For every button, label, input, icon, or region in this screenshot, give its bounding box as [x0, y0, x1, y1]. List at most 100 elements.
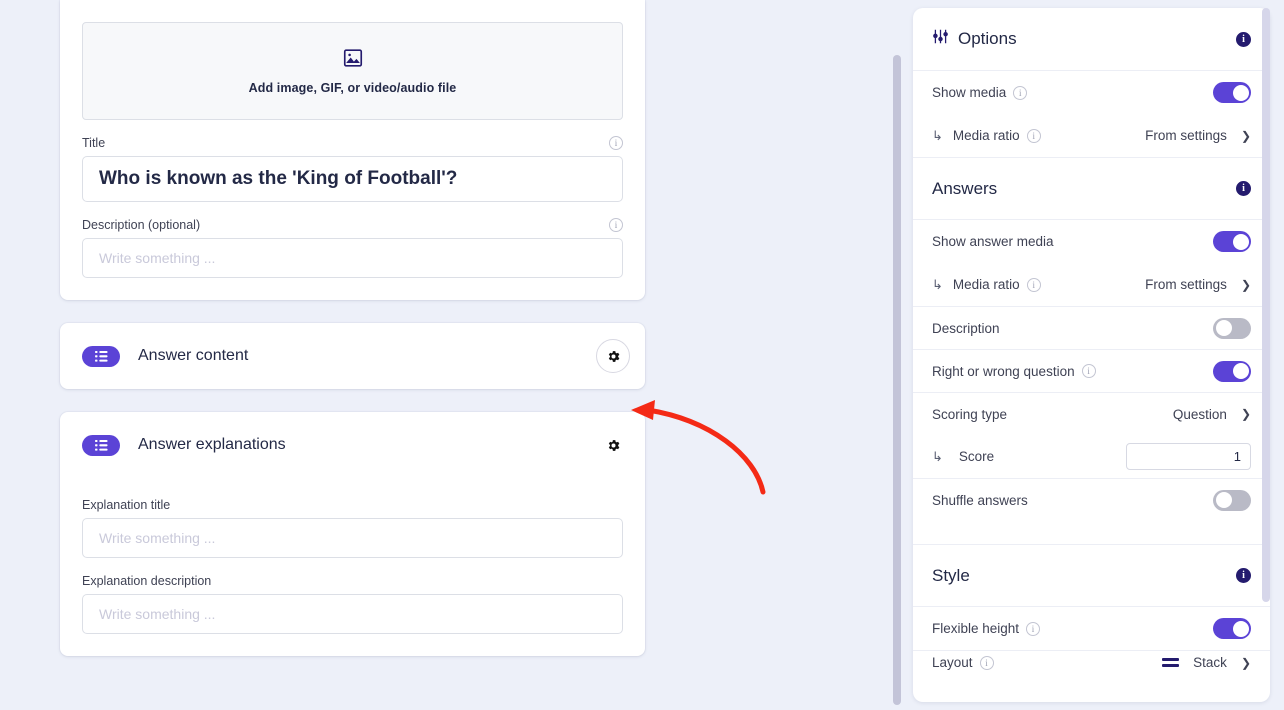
- options-title-group: Options: [932, 28, 1236, 50]
- info-icon[interactable]: i: [609, 218, 623, 232]
- image-icon: [342, 47, 364, 74]
- info-icon[interactable]: i: [1027, 278, 1041, 292]
- info-icon[interactable]: i: [1236, 32, 1251, 47]
- explanation-description-label: Explanation description: [82, 574, 623, 588]
- question-editor-column: Add image, GIF, or video/audio file Titl…: [60, 0, 645, 710]
- shuffle-answers-toggle[interactable]: [1213, 490, 1251, 511]
- answer-explanations-header: Answer explanations: [60, 412, 645, 478]
- info-icon[interactable]: i: [609, 136, 623, 150]
- list-icon: [82, 435, 120, 456]
- media-upload-dropzone[interactable]: Add image, GIF, or video/audio file: [82, 22, 623, 120]
- title-input[interactable]: [82, 156, 623, 202]
- sliders-icon: [932, 28, 949, 50]
- right-or-wrong-toggle[interactable]: [1213, 361, 1251, 382]
- chevron-down-icon: ❯: [1241, 657, 1251, 669]
- answer-explanations-gear-button[interactable]: [603, 435, 623, 455]
- show-answer-media-toggle[interactable]: [1213, 231, 1251, 252]
- media-upload-label: Add image, GIF, or video/audio file: [249, 81, 457, 95]
- options-title: Options: [958, 29, 1017, 49]
- shuffle-answers-label: Shuffle answers: [932, 493, 1213, 508]
- flexible-height-toggle[interactable]: [1213, 618, 1251, 639]
- show-media-label-group: Show media i: [932, 85, 1213, 100]
- option-row-answer-media-ratio: ↳ Media ratio i From settings ❯: [913, 263, 1270, 306]
- answer-explanations-card: Answer explanations Explanation title Ex…: [60, 412, 645, 656]
- answer-content-gear-button[interactable]: [596, 339, 630, 373]
- option-row-flexible-height: Flexible height i: [913, 607, 1270, 650]
- answer-media-ratio-select[interactable]: From settings ❯: [1145, 277, 1251, 292]
- option-row-media-ratio: ↳ Media ratio i From settings ❯: [913, 114, 1270, 157]
- explanation-title-label: Explanation title: [82, 498, 623, 512]
- media-ratio-label-group: ↳ Media ratio i: [932, 128, 1145, 144]
- layout-label-group: Layout i: [932, 655, 1162, 670]
- chevron-down-icon: ❯: [1241, 130, 1251, 142]
- chevron-down-icon: ❯: [1241, 408, 1251, 420]
- info-icon[interactable]: i: [1236, 568, 1251, 583]
- description-label: Description (optional): [82, 218, 200, 232]
- stack-icon: [1162, 658, 1179, 667]
- question-content-card: Add image, GIF, or video/audio file Titl…: [60, 0, 645, 300]
- sub-arrow-icon: ↳: [932, 128, 943, 144]
- title-field-header: Title i: [82, 136, 623, 150]
- answer-content-title: Answer content: [138, 347, 596, 365]
- layout-select[interactable]: Stack ❯: [1162, 655, 1251, 670]
- show-answer-media-label: Show answer media: [932, 234, 1213, 249]
- answer-media-ratio-label-group: ↳ Media ratio i: [932, 277, 1145, 293]
- info-icon[interactable]: i: [1027, 129, 1041, 143]
- style-section-header: Style i: [913, 544, 1270, 607]
- description-input[interactable]: [82, 238, 623, 278]
- show-media-label: Show media: [932, 85, 1006, 100]
- info-icon[interactable]: i: [980, 656, 994, 670]
- scoring-type-value: Question: [1173, 407, 1227, 422]
- options-panel-header: Options i: [913, 8, 1270, 71]
- list-icon: [82, 346, 120, 367]
- score-input[interactable]: [1126, 443, 1251, 470]
- media-ratio-select[interactable]: From settings ❯: [1145, 128, 1251, 143]
- answer-explanations-body: Explanation title Explanation descriptio…: [60, 478, 645, 656]
- scoring-type-select[interactable]: Question ❯: [1173, 407, 1251, 422]
- explanation-title-input[interactable]: [82, 518, 623, 558]
- layout-value: Stack: [1193, 655, 1227, 670]
- title-label: Title: [82, 136, 105, 150]
- layout-label: Layout: [932, 655, 973, 670]
- option-row-layout: Layout i Stack ❯: [913, 650, 1270, 674]
- right-or-wrong-label-group: Right or wrong question i: [932, 364, 1213, 379]
- option-row-scoring-type: Scoring type Question ❯: [913, 392, 1270, 435]
- option-row-show-media: Show media i: [913, 71, 1270, 114]
- media-ratio-value: From settings: [1145, 128, 1227, 143]
- answer-explanations-title: Answer explanations: [138, 436, 603, 454]
- description-toggle[interactable]: [1213, 318, 1251, 339]
- option-row-score: ↳ Score: [913, 435, 1270, 478]
- answer-content-header: Answer content: [60, 323, 645, 389]
- answer-content-card: Answer content: [60, 323, 645, 389]
- option-row-shuffle-answers: Shuffle answers: [913, 478, 1270, 521]
- score-label-group: ↳ Score: [932, 449, 1126, 465]
- options-panel: Options i Show media i ↳ Media ratio i F…: [913, 8, 1270, 702]
- scoring-type-label: Scoring type: [932, 407, 1173, 422]
- sub-arrow-icon: ↳: [932, 277, 943, 293]
- description-field-header: Description (optional) i: [82, 218, 623, 232]
- answers-section-header: Answers i: [913, 157, 1270, 220]
- score-label: Score: [959, 449, 994, 464]
- description-label: Description: [932, 321, 1213, 336]
- app-root: Add image, GIF, or video/audio file Titl…: [0, 0, 1284, 710]
- info-icon[interactable]: i: [1082, 364, 1096, 378]
- info-icon[interactable]: i: [1236, 181, 1251, 196]
- options-panel-scrollbar[interactable]: [1262, 8, 1270, 602]
- answers-title: Answers: [932, 179, 1236, 199]
- right-or-wrong-label: Right or wrong question: [932, 364, 1075, 379]
- sub-arrow-icon: ↳: [932, 449, 943, 465]
- explanation-description-input[interactable]: [82, 594, 623, 634]
- chevron-down-icon: ❯: [1241, 279, 1251, 291]
- editor-scrollbar[interactable]: [893, 55, 901, 705]
- answer-media-ratio-value: From settings: [1145, 277, 1227, 292]
- option-row-right-or-wrong: Right or wrong question i: [913, 349, 1270, 392]
- answer-media-ratio-label: Media ratio: [953, 277, 1020, 292]
- show-media-toggle[interactable]: [1213, 82, 1251, 103]
- media-ratio-label: Media ratio: [953, 128, 1020, 143]
- option-row-show-answer-media: Show answer media: [913, 220, 1270, 263]
- info-icon[interactable]: i: [1013, 86, 1027, 100]
- option-row-description: Description: [913, 306, 1270, 349]
- style-title: Style: [932, 566, 1236, 586]
- flexible-height-label: Flexible height: [932, 621, 1019, 636]
- info-icon[interactable]: i: [1026, 622, 1040, 636]
